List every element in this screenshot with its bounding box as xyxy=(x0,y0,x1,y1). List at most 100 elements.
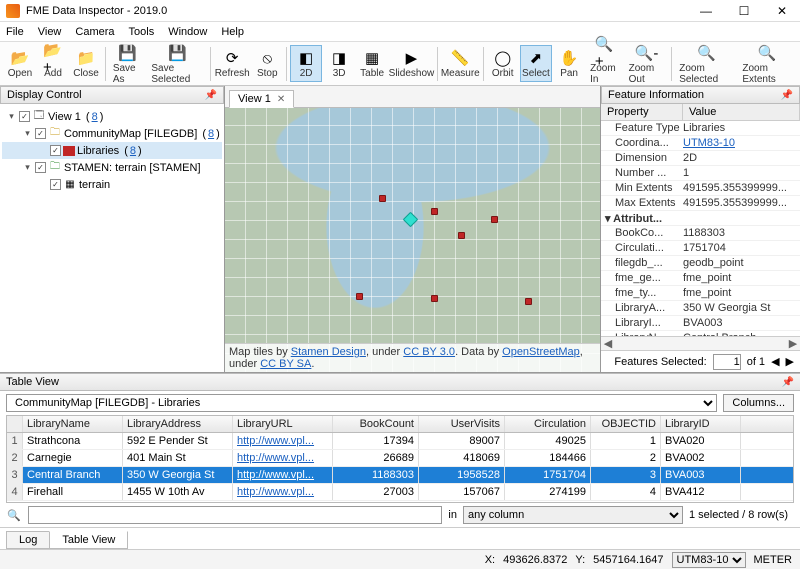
map-point[interactable] xyxy=(525,298,532,305)
table-row[interactable]: 2Carnegie401 Main Sthttp://www.vpl...266… xyxy=(7,450,793,467)
grid-header-cell[interactable] xyxy=(7,416,23,432)
pin-icon[interactable]: 📌 xyxy=(781,90,793,101)
toolbar-refresh-button[interactable]: ⟳Refresh xyxy=(214,46,250,81)
table-row[interactable]: 1Strathcona592 E Pender Sthttp://www.vpl… xyxy=(7,433,793,450)
menu-camera[interactable]: Camera xyxy=(75,26,114,38)
grid-header-cell[interactable]: Circulation xyxy=(505,416,591,432)
feature-info-row[interactable]: BookCo...1188303 xyxy=(601,226,800,241)
map-point[interactable] xyxy=(379,195,386,202)
grid-header-cell[interactable]: UserVisits xyxy=(419,416,505,432)
menu-tools[interactable]: Tools xyxy=(129,26,155,38)
columns-button[interactable]: Columns... xyxy=(723,394,794,412)
window-title: FME Data Inspector - 2019.0 xyxy=(26,5,694,17)
layer-tree: ▾✓🗔 View 1 ( 8 ) ▾✓🗀 CommunityMap [FILEG… xyxy=(0,104,224,372)
menu-view[interactable]: View xyxy=(38,26,62,38)
map-point[interactable] xyxy=(356,293,363,300)
grid-header-cell[interactable]: OBJECTID xyxy=(591,416,661,432)
toolbar-orbit-button[interactable]: ◯Orbit xyxy=(487,46,519,81)
toolbar-zoomsel-button[interactable]: 🔍Zoom Selected xyxy=(675,41,737,87)
zoomout-icon: 🔍- xyxy=(637,43,657,63)
table-view-panel: Table View 📌 CommunityMap [FILEGDB] - Lib… xyxy=(0,373,800,549)
menu-window[interactable]: Window xyxy=(168,26,207,38)
tree-dataset-community[interactable]: ▾✓🗀 CommunityMap [FILEGDB] ( 8 ) xyxy=(2,125,222,142)
pin-icon[interactable]: 📌 xyxy=(205,90,217,101)
feature-info-row[interactable]: LibraryA...350 W Georgia St xyxy=(601,301,800,316)
next-feature-button[interactable]: ▶ xyxy=(786,355,794,368)
view-tab-1[interactable]: View 1✕ xyxy=(229,90,294,108)
toolbar-savesel-button[interactable]: 💾Save Selected xyxy=(147,41,207,87)
toolbar-table-button[interactable]: ▦Table xyxy=(356,46,388,81)
feature-info-row[interactable]: Min Extents491595.355399999... xyxy=(601,181,800,196)
toolbar-pan-button[interactable]: ✋Pan xyxy=(553,46,585,81)
feature-info-row[interactable]: Feature TypeLibraries xyxy=(601,121,800,136)
feature-info-row[interactable]: Dimension2D xyxy=(601,151,800,166)
grid-header-cell[interactable]: LibraryURL xyxy=(233,416,333,432)
tree-layer-libraries[interactable]: ✓ Libraries ( 8 ) xyxy=(2,142,222,159)
select-icon: ⬈ xyxy=(526,48,546,68)
toolbar-open-button[interactable]: 📂Open xyxy=(4,46,36,81)
toolbar-saveas-button[interactable]: 💾Save As xyxy=(109,41,147,87)
filter-input[interactable] xyxy=(28,506,442,524)
feature-info-row[interactable]: Number ...1 xyxy=(601,166,800,181)
toolbar-close-button[interactable]: 📁Close xyxy=(70,46,102,81)
menu-file[interactable]: File xyxy=(6,26,24,38)
maximize-button[interactable]: ☐ xyxy=(732,4,756,18)
titlebar: FME Data Inspector - 2019.0 — ☐ ✕ xyxy=(0,0,800,22)
close-button[interactable]: ✕ xyxy=(770,4,794,18)
tab-log[interactable]: Log xyxy=(6,531,50,549)
link-stamen[interactable]: Stamen Design xyxy=(291,346,366,358)
statusbar: X:493626.8372 Y:5457164.1647 UTM83-10 ME… xyxy=(0,549,800,569)
pin-icon[interactable]: 📌 xyxy=(782,377,794,388)
dataset-select[interactable]: CommunityMap [FILEGDB] - Libraries xyxy=(6,394,717,412)
toolbar-measure-button[interactable]: 📏Measure xyxy=(441,46,480,81)
toolbar-add-button[interactable]: 📂+Add xyxy=(37,46,69,81)
toolbar-zoomin-button[interactable]: 🔍+Zoom In xyxy=(586,41,624,87)
data-grid: LibraryNameLibraryAddressLibraryURLBookC… xyxy=(6,415,794,503)
filter-column-select[interactable]: any column xyxy=(463,506,683,524)
grid-header-cell[interactable]: LibraryID xyxy=(661,416,741,432)
stop-icon: ⦸ xyxy=(257,48,277,68)
feature-info-row[interactable]: fme_ge...fme_point xyxy=(601,271,800,286)
feature-info-row[interactable]: Max Extents491595.355399999... xyxy=(601,196,800,211)
map-point[interactable] xyxy=(491,216,498,223)
bottom-tabs: Log Table View xyxy=(0,527,800,549)
tree-layer-terrain[interactable]: ✓▦ terrain xyxy=(2,176,222,193)
minimize-button[interactable]: — xyxy=(694,4,718,18)
feature-info-row[interactable]: LibraryI...BVA003 xyxy=(601,316,800,331)
saveas-icon: 💾 xyxy=(118,43,138,63)
link-ccbysa[interactable]: CC BY SA xyxy=(260,358,311,370)
toolbar-2d-button[interactable]: ◧2D xyxy=(290,45,322,82)
toolbar-slide-button[interactable]: ▶Slideshow xyxy=(389,46,434,81)
feature-info-row[interactable]: fme_ty...fme_point xyxy=(601,286,800,301)
map-point[interactable] xyxy=(431,295,438,302)
link-ccby30[interactable]: CC BY 3.0 xyxy=(403,346,455,358)
tree-view-root[interactable]: ▾✓🗔 View 1 ( 8 ) xyxy=(2,108,222,125)
feature-info-hscroll[interactable]: ◀▶ xyxy=(601,336,800,350)
toolbar-stop-button[interactable]: ⦸Stop xyxy=(251,46,283,81)
menu-help[interactable]: Help xyxy=(221,26,244,38)
toolbar-zoomout-button[interactable]: 🔍-Zoom Out xyxy=(625,41,669,87)
tree-dataset-stamen[interactable]: ▾✓🗀 STAMEN: terrain [STAMEN] xyxy=(2,159,222,176)
tab-table-view[interactable]: Table View xyxy=(49,531,128,549)
feature-info-panel: Feature Information📌 Property Value Feat… xyxy=(600,86,800,372)
feature-info-row[interactable]: filegdb_...geodb_point xyxy=(601,256,800,271)
link-osm[interactable]: OpenStreetMap xyxy=(502,346,580,358)
table-row[interactable]: 3Central Branch350 W Georgia Sthttp://ww… xyxy=(7,467,793,484)
feature-info-row[interactable]: Coordina...UTM83-10 xyxy=(601,136,800,151)
prev-feature-button[interactable]: ◀ xyxy=(771,355,779,368)
map-point[interactable] xyxy=(458,232,465,239)
feature-info-row[interactable]: ▾ Attribut... xyxy=(601,211,800,226)
grid-header-cell[interactable]: LibraryAddress xyxy=(123,416,233,432)
toolbar-zoomext-button[interactable]: 🔍Zoom Extents xyxy=(738,41,796,87)
toolbar-select-button[interactable]: ⬈Select xyxy=(520,45,552,82)
grid-header-cell[interactable]: BookCount xyxy=(333,416,419,432)
grid-header-cell[interactable]: LibraryName xyxy=(23,416,123,432)
map-canvas[interactable]: Map tiles by Stamen Design, under CC BY … xyxy=(225,108,600,372)
table-row[interactable]: 4Firehall1455 W 10th Avhttp://www.vpl...… xyxy=(7,484,793,501)
features-selected-input[interactable] xyxy=(713,354,741,370)
map-point[interactable] xyxy=(431,208,438,215)
feature-info-row[interactable]: Circulati...1751704 xyxy=(601,241,800,256)
close-tab-icon[interactable]: ✕ xyxy=(277,94,285,105)
toolbar-3d-button[interactable]: ◨3D xyxy=(323,46,355,81)
crs-select[interactable]: UTM83-10 xyxy=(672,552,746,568)
